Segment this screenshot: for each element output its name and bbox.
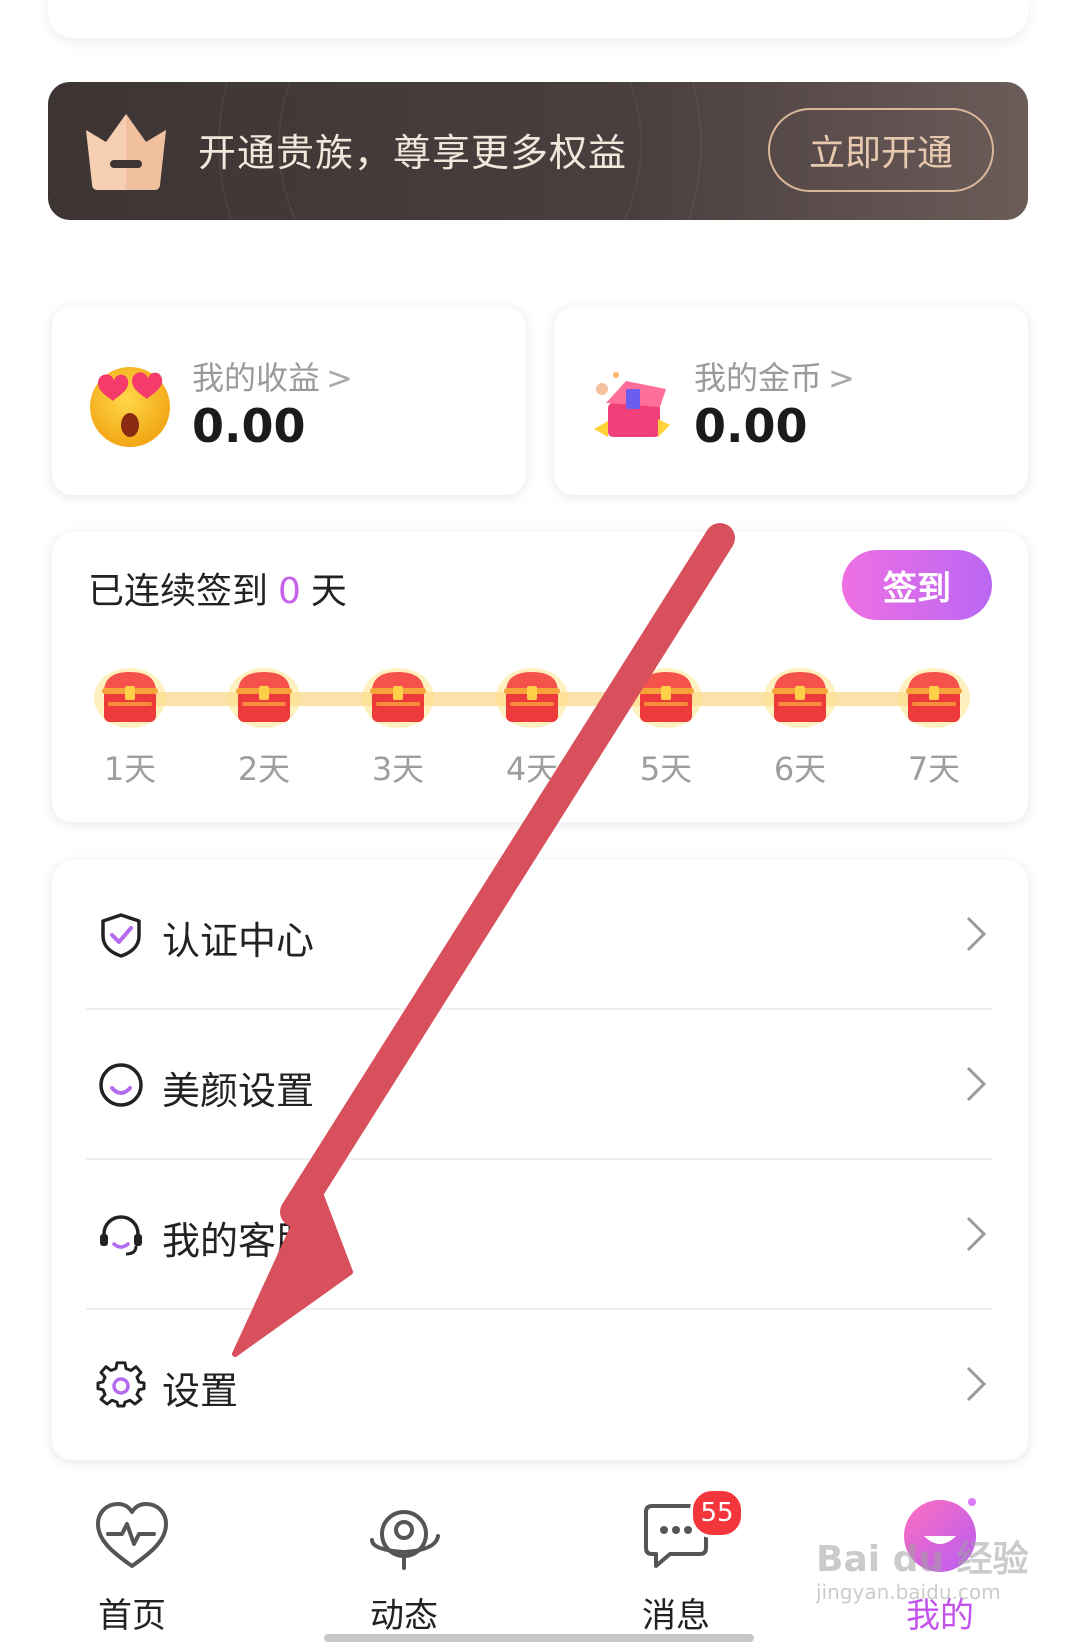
top-card bbox=[48, 0, 1028, 38]
treasure-chest-icon bbox=[630, 668, 702, 728]
planet-icon bbox=[370, 1510, 440, 1570]
chevron-right-icon bbox=[966, 916, 987, 952]
tab-messages[interactable]: 55 消息 bbox=[596, 1488, 756, 1636]
smile-icon bbox=[99, 1063, 143, 1107]
chevron-right-icon bbox=[966, 1066, 987, 1102]
treasure-chest-icon bbox=[228, 668, 300, 728]
signin-day-label: 2天 bbox=[237, 750, 291, 788]
menu-item-verification-center[interactable]: 认证中心 bbox=[52, 860, 1028, 1010]
menu-item-label: 设置 bbox=[162, 1369, 239, 1413]
activate-vip-button[interactable]: 立即开通 bbox=[768, 108, 994, 192]
earnings-card[interactable]: 我的收益 > 0.00 bbox=[52, 307, 526, 495]
menu-item-label: 美颜设置 bbox=[162, 1069, 315, 1113]
watermark: Bai du 经验 jingyan.baidu.com bbox=[816, 1539, 1029, 1604]
gift-chest-icon bbox=[594, 372, 670, 437]
chevron-right-icon: > bbox=[828, 359, 855, 397]
menu-item-customer-service[interactable]: 我的客服 bbox=[52, 1160, 1028, 1310]
headset-icon bbox=[100, 1215, 142, 1256]
coins-value: 0.00 bbox=[694, 399, 808, 453]
treasure-chest-icon bbox=[898, 668, 970, 728]
treasure-chest-icon bbox=[764, 668, 836, 728]
shield-check-icon bbox=[101, 913, 141, 958]
menu-card: 认证中心 美颜设置 我的客服 设置 bbox=[52, 860, 1028, 1460]
home-indicator[interactable] bbox=[324, 1634, 754, 1642]
treasure-chest-icon bbox=[496, 668, 568, 728]
tab-moments[interactable]: 动态 bbox=[324, 1496, 484, 1636]
signin-day-label: 6天 bbox=[773, 750, 827, 788]
menu-item-label: 认证中心 bbox=[162, 919, 315, 963]
signin-day-label: 4天 bbox=[505, 750, 559, 788]
heart-pulse-icon bbox=[96, 1502, 168, 1568]
vip-banner[interactable]: 开通贵族，尊享更多权益 立即开通 bbox=[48, 82, 1028, 220]
earnings-label: 我的收益 > bbox=[192, 359, 353, 397]
crown-icon bbox=[86, 114, 166, 190]
signin-days-count: 0 bbox=[278, 571, 301, 612]
menu-item-beauty-settings[interactable]: 美颜设置 bbox=[52, 1010, 1028, 1160]
tab-label: 首页 bbox=[98, 1596, 166, 1636]
tab-home[interactable]: 首页 bbox=[52, 1496, 212, 1636]
signin-day-label: 5天 bbox=[639, 750, 693, 788]
chevron-right-icon bbox=[966, 1366, 987, 1402]
vip-promo-text: 开通贵族，尊享更多权益 bbox=[198, 131, 628, 175]
unread-badge: 55 bbox=[690, 1488, 744, 1538]
chevron-right-icon: > bbox=[326, 359, 353, 397]
coins-card[interactable]: 我的金币 > 0.00 bbox=[554, 307, 1028, 495]
tab-label: 动态 bbox=[370, 1596, 438, 1636]
menu-item-label: 我的客服 bbox=[162, 1219, 315, 1263]
coins-label: 我的金币 > bbox=[694, 359, 855, 397]
signin-day-label: 7天 bbox=[907, 750, 961, 788]
treasure-chest-icon bbox=[362, 668, 434, 728]
chevron-right-icon bbox=[966, 1216, 987, 1252]
tab-label: 消息 bbox=[642, 1596, 710, 1636]
menu-item-settings[interactable]: 设置 bbox=[52, 1310, 1028, 1460]
heart-eyes-emoji-icon bbox=[90, 367, 170, 447]
signin-day-label: 3天 bbox=[371, 750, 425, 788]
signin-streak-title: 已连续签到 0 天 bbox=[88, 571, 347, 612]
gear-icon bbox=[96, 1361, 146, 1408]
signin-card: 已连续签到 0 天 签到 1天 2天 3天 4天 5天 6天 7天 bbox=[52, 532, 1028, 822]
earnings-value: 0.00 bbox=[192, 399, 306, 453]
signin-button[interactable]: 签到 bbox=[842, 550, 992, 620]
signin-day-label: 1天 bbox=[103, 750, 157, 788]
treasure-chest-icon bbox=[94, 668, 166, 728]
